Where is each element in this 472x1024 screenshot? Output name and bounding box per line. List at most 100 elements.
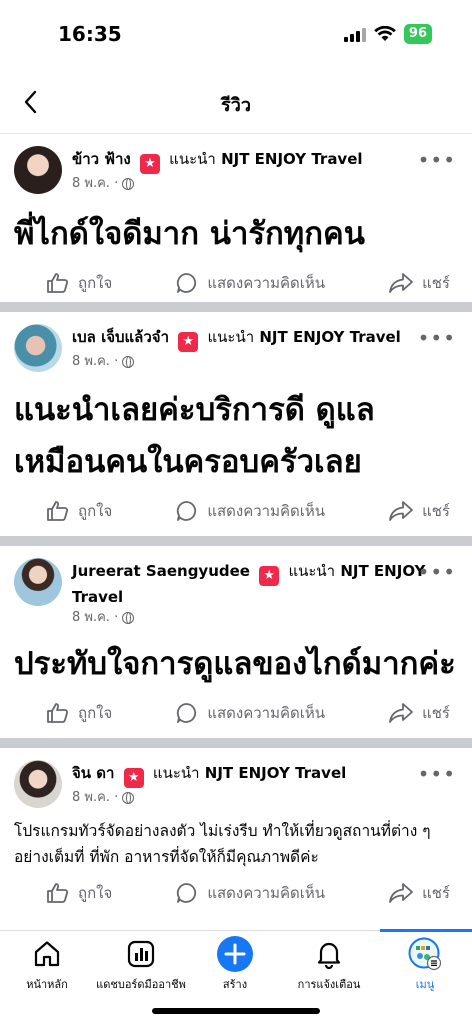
share-label: แชร์ — [422, 274, 450, 292]
share-label: แชร์ — [422, 502, 450, 520]
globe-icon — [122, 612, 135, 624]
page-name[interactable]: NJT ENJOY Travel — [259, 328, 400, 346]
comment-label: แสดงความคิดเห็น — [207, 704, 326, 722]
nav-label: การแจ้งเตือน — [297, 978, 361, 991]
review-post: จิน ดา ★ แนะนำ NJT ENJOY Travel 8 พ.ค. ·… — [0, 748, 472, 924]
share-button[interactable]: แชร์ — [388, 499, 450, 523]
nav-item-menu[interactable]: เมนู — [378, 937, 472, 993]
home-indicator — [152, 1008, 320, 1014]
page-name[interactable]: NJT ENJOY Travel — [221, 150, 362, 168]
review-text: พี่ไกด์ใจดีมาก น่ารักทุกคน — [14, 216, 365, 252]
review-post: Jureerat Saengyudee ★ แนะนำ NJT ENJOY Tr… — [0, 546, 472, 738]
post-divider — [0, 738, 472, 748]
recommend-label: แนะนำ — [169, 150, 216, 168]
create-plus-icon — [217, 936, 253, 972]
recommend-label: แนะนำ — [288, 562, 336, 580]
review-text: แนะนำเลยค่ะบริการดี ดูแลเหมือนคนในครอบคร… — [14, 392, 375, 480]
nav-label: แดชบอร์ดมืออาชีพ — [96, 978, 186, 991]
more-options-button[interactable]: ••• — [418, 148, 456, 172]
post-date[interactable]: 8 พ.ค. · — [72, 174, 118, 194]
comment-button[interactable]: แสดงความคิดเห็น — [175, 271, 325, 295]
thumbs-up-icon — [47, 273, 69, 293]
share-icon — [389, 703, 413, 723]
nav-label: หน้าหลัก — [26, 978, 68, 991]
more-options-button[interactable]: ••• — [418, 762, 456, 786]
author-name[interactable]: Jureerat Saengyudee — [72, 562, 250, 580]
like-button[interactable]: ถูกใจ — [46, 499, 112, 523]
signal-icon — [343, 26, 366, 42]
share-icon — [389, 273, 413, 293]
bell-icon — [317, 942, 341, 969]
page-title: รีวิว — [221, 95, 251, 116]
avatar[interactable] — [14, 558, 62, 606]
author-name[interactable]: ข้าว ฟ้าง — [72, 150, 131, 168]
recommend-label: แนะนำ — [207, 328, 255, 346]
share-button[interactable]: แชร์ — [388, 271, 450, 295]
comment-button[interactable]: แสดงความคิดเห็น — [175, 499, 325, 523]
nav-item-create[interactable]: สร้าง — [188, 936, 282, 993]
status-bar: 16:35 96 — [0, 0, 472, 70]
thumbs-up-icon — [47, 883, 69, 903]
comment-label: แสดงความคิดเห็น — [207, 274, 326, 292]
author-name[interactable]: เบล เจ็บแล้วจำ — [72, 328, 169, 346]
like-button[interactable]: ถูกใจ — [46, 701, 112, 725]
nav-item-notifications[interactable]: การแจ้งเตือน — [282, 939, 376, 993]
status-time: 16:35 — [58, 22, 122, 46]
comment-icon — [177, 501, 197, 521]
avatar[interactable] — [14, 324, 62, 372]
comment-icon — [177, 883, 197, 903]
like-label: ถูกใจ — [78, 274, 113, 292]
recommend-star-icon: ★ — [139, 154, 160, 174]
comment-button[interactable]: แสดงความคิดเห็น — [175, 881, 325, 905]
share-label: แชร์ — [422, 884, 450, 902]
post-date[interactable]: 8 พ.ค. · — [72, 352, 118, 372]
post-actions: ถูกใจ แสดงความคิดเห็น แชร์ — [0, 870, 472, 916]
avatar[interactable] — [14, 760, 62, 808]
review-text: ประทับใจการดูแลของไกด์มากค่ะ — [14, 646, 456, 682]
share-button[interactable]: แชร์ — [388, 701, 450, 725]
thumbs-up-icon — [47, 703, 69, 723]
comment-icon — [177, 273, 197, 293]
post-date[interactable]: 8 พ.ค. · — [72, 788, 118, 808]
avatar[interactable] — [14, 146, 62, 194]
share-icon — [389, 883, 413, 903]
page-name[interactable]: NJT ENJOY Travel — [205, 764, 346, 782]
review-feed[interactable]: ข้าว ฟ้าง ★ แนะนำ NJT ENJOY Travel 8 พ.ค… — [0, 134, 472, 924]
review-text: โปรแกรมทัวร์จัดอย่างลงตัว ไม่เร่งรีบ ทำใ… — [14, 822, 431, 866]
like-button[interactable]: ถูกใจ — [46, 881, 112, 905]
comment-label: แสดงความคิดเห็น — [207, 884, 326, 902]
post-date[interactable]: 8 พ.ค. · — [72, 608, 118, 628]
comment-label: แสดงความคิดเห็น — [207, 502, 326, 520]
like-button[interactable]: ถูกใจ — [46, 271, 112, 295]
post-actions: ถูกใจ แสดงความคิดเห็น แชร์ — [0, 260, 472, 306]
status-icons: 96 — [343, 24, 432, 44]
nav-item-dashboard[interactable]: แดชบอร์ดมืออาชีพ — [94, 939, 188, 993]
comment-icon — [177, 703, 197, 723]
globe-icon — [122, 792, 135, 804]
more-options-button[interactable]: ••• — [418, 560, 456, 584]
nav-label: สร้าง — [222, 978, 248, 991]
like-label: ถูกใจ — [78, 502, 113, 520]
share-button[interactable]: แชร์ — [388, 881, 450, 905]
review-post: ข้าว ฟ้าง ★ แนะนำ NJT ENJOY Travel 8 พ.ค… — [0, 134, 472, 302]
nav-item-home[interactable]: หน้าหลัก — [0, 939, 94, 993]
wifi-icon — [374, 26, 396, 41]
post-actions: ถูกใจ แสดงความคิดเห็น แชร์ — [0, 690, 472, 736]
more-options-button[interactable]: ••• — [418, 326, 456, 350]
nav-label: เมนู — [415, 978, 435, 991]
recommend-label: แนะนำ — [152, 764, 200, 782]
recommend-star-icon: ★ — [123, 768, 144, 788]
dashboard-icon — [127, 940, 155, 968]
battery-icon: 96 — [403, 24, 432, 44]
comment-button[interactable]: แสดงความคิดเห็น — [175, 701, 325, 725]
author-name[interactable]: จิน ดา — [72, 764, 114, 782]
like-label: ถูกใจ — [78, 704, 113, 722]
share-label: แชร์ — [422, 704, 450, 722]
post-divider — [0, 536, 472, 546]
home-icon — [34, 941, 60, 967]
review-post: เบล เจ็บแล้วจำ ★ แนะนำ NJT ENJOY Travel … — [0, 312, 472, 536]
post-actions: ถูกใจ แสดงความคิดเห็น แชร์ — [0, 488, 472, 534]
globe-icon — [122, 356, 135, 368]
active-tab-indicator — [380, 929, 472, 932]
menu-avatar-icon — [408, 937, 442, 971]
